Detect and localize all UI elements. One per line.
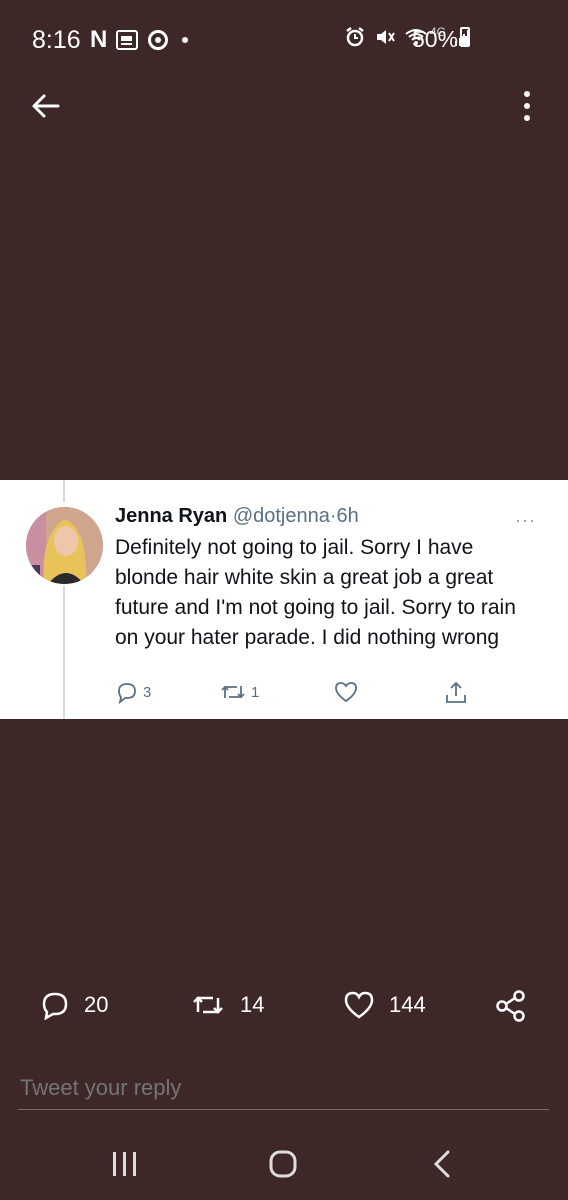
netflix-icon: N: [90, 26, 107, 53]
reply-button[interactable]: 20: [40, 990, 108, 1020]
tweet-header: Jenna Ryan @dotjenna·6h: [115, 504, 359, 528]
home-icon[interactable]: [268, 1149, 298, 1179]
mute-icon: [376, 30, 395, 44]
more-options-icon[interactable]: [512, 88, 542, 124]
retweet-count: 1: [251, 683, 260, 701]
share-button[interactable]: [495, 990, 527, 1022]
meta-separator: ·: [329, 505, 337, 527]
reply-count: 3: [143, 683, 152, 701]
recent-apps-icon[interactable]: [110, 1150, 140, 1178]
notification-icons: N: [90, 26, 189, 54]
share-icon: [496, 990, 525, 1022]
author-handle: @dotjenna: [232, 505, 330, 527]
tweet-reply: 3: [115, 680, 151, 704]
share-icon: [446, 681, 466, 703]
heart-icon: [335, 682, 357, 703]
status-time: 8:16: [32, 26, 81, 54]
tweet-text: Definitely not going to jail. Sorry I ha…: [115, 536, 516, 649]
chrome-icon: [148, 30, 169, 50]
retweet-icon: [193, 996, 223, 1014]
tweet-age: 6h: [336, 505, 359, 527]
heart-icon: [344, 991, 374, 1019]
reply-icon: [118, 683, 136, 704]
battery-percent: 50%: [412, 26, 459, 52]
retweet-icon: [221, 685, 245, 699]
author-name: Jenna Ryan: [115, 505, 228, 527]
reply-icon: [42, 992, 68, 1020]
like-count: 144: [389, 992, 426, 1017]
alarm-icon: [346, 27, 364, 47]
tweet-like: [333, 680, 359, 704]
tweet-more-icon: ···: [515, 510, 536, 530]
like-button[interactable]: 144: [343, 990, 426, 1020]
battery-icon: [460, 27, 470, 47]
status-bar: 8:16 N 4G 50%: [0, 0, 568, 78]
back-arrow-icon[interactable]: [28, 88, 64, 124]
thread-line-top: [63, 480, 65, 502]
tweet-retweet: 1: [219, 680, 259, 704]
tweet-stats: 20 14 144: [0, 990, 568, 1030]
thread-line: [63, 585, 65, 719]
reply-input[interactable]: [20, 1068, 548, 1108]
more-notifications-dot-icon: [182, 37, 189, 43]
retweet-button[interactable]: 14: [190, 990, 264, 1020]
reply-input-underline: [18, 1109, 549, 1110]
nav-back-icon[interactable]: [430, 1148, 454, 1180]
tweet-share: [443, 680, 469, 706]
news-icon: [116, 30, 139, 50]
tweet-actions: 3 1: [115, 680, 475, 708]
reply-count: 20: [84, 992, 109, 1017]
retweet-count: 14: [240, 992, 265, 1017]
avatar: [26, 507, 103, 584]
